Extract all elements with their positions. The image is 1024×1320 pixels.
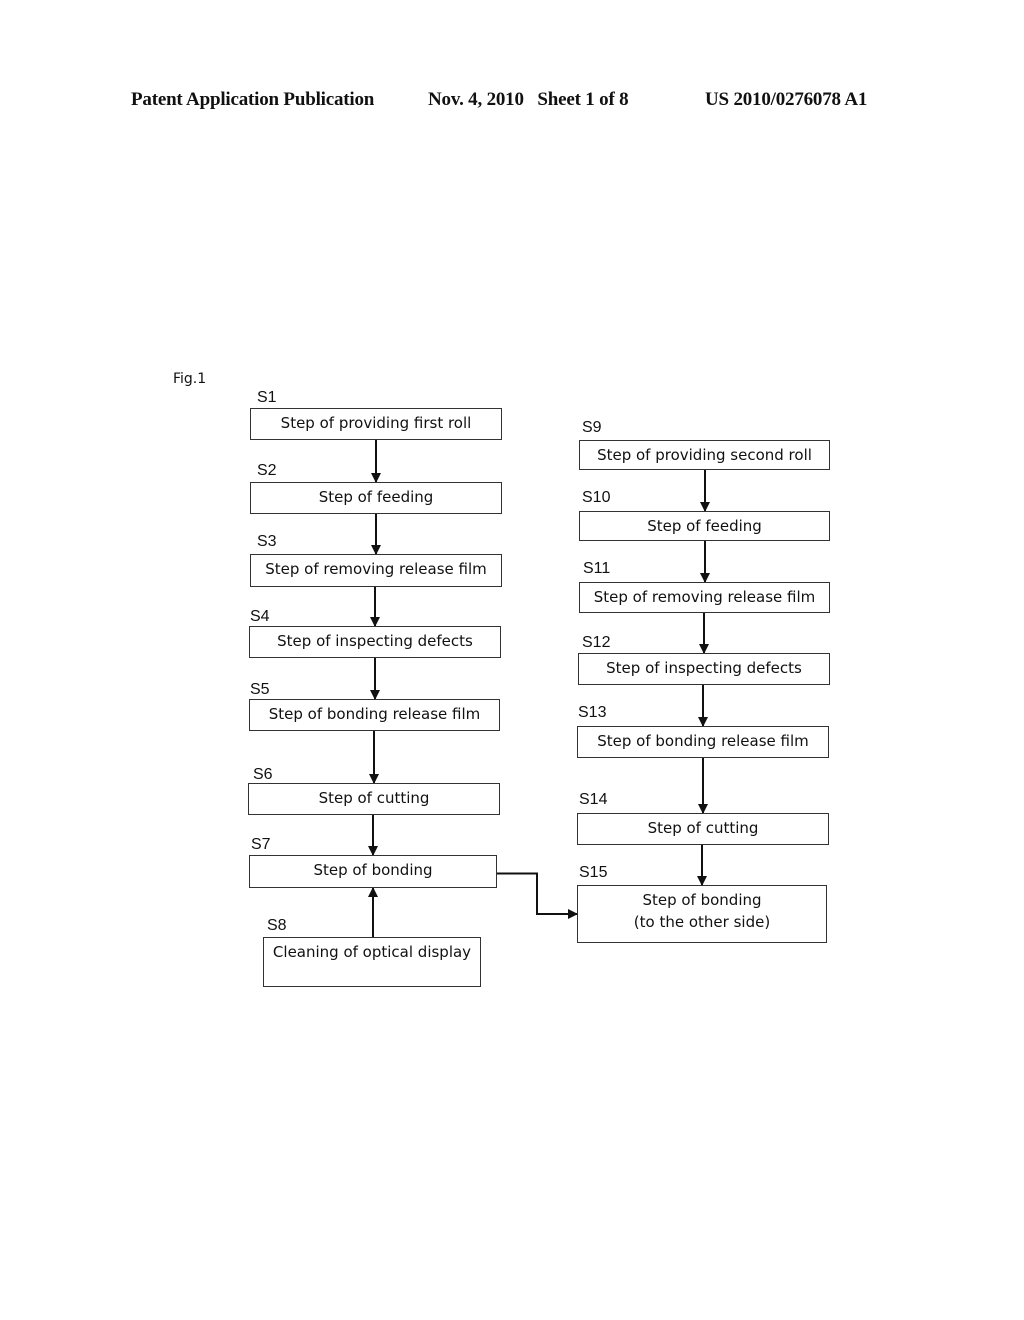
step-text: Step of removing release film xyxy=(265,560,487,578)
flowchart-connectors xyxy=(368,440,710,937)
step-text: Step of feeding xyxy=(647,517,762,535)
step-id-s9: S9 xyxy=(582,419,602,436)
step-text: Step of removing release film xyxy=(593,588,816,606)
step-box-s8: Cleaning of optical display xyxy=(263,937,481,987)
step-box-s13: Step of bonding release film xyxy=(577,726,829,758)
step-box-s7: Step of bonding xyxy=(249,855,497,888)
step-box-s12: Step of inspecting defects xyxy=(578,653,830,685)
step-id-s8: S8 xyxy=(267,917,287,934)
step-box-s2: Step of feeding xyxy=(250,482,502,514)
step-box-s15: Step of bonding (to the other side) xyxy=(577,885,827,943)
step-id-s2: S2 xyxy=(257,462,277,479)
step-id-s13: S13 xyxy=(578,704,607,721)
step-id-s14: S14 xyxy=(579,791,608,808)
step-id-s1: S1 xyxy=(257,389,277,406)
step-text: Step of feeding xyxy=(318,488,434,506)
step-box-s4: Step of inspecting defects xyxy=(249,626,501,658)
step-text-secondary: (to the other side) xyxy=(633,913,771,931)
step-box-s1: Step of providing first roll xyxy=(250,408,502,440)
step-id-s15: S15 xyxy=(579,864,608,881)
step-text: Step of bonding release film xyxy=(597,732,809,750)
step-id-s3: S3 xyxy=(257,533,277,550)
step-id-s6: S6 xyxy=(253,766,273,783)
step-text: Step of providing first roll xyxy=(280,414,472,432)
step-text: Step of inspecting defects xyxy=(277,632,473,650)
step-id-s10: S10 xyxy=(582,489,611,506)
step-box-s11: Step of removing release film xyxy=(579,582,830,613)
step-id-s7: S7 xyxy=(251,836,271,853)
step-box-s3: Step of removing release film xyxy=(250,554,502,587)
step-text: Step of cutting xyxy=(647,819,759,837)
step-text: Step of bonding release film xyxy=(268,705,481,723)
step-box-s10: Step of feeding xyxy=(579,511,830,541)
step-text: Cleaning of optical display xyxy=(272,943,472,961)
step-text: Step of providing second roll xyxy=(597,446,812,464)
step-text: Step of bonding xyxy=(642,891,762,909)
step-text: Step of bonding xyxy=(313,861,433,879)
step-box-s14: Step of cutting xyxy=(577,813,829,845)
step-id-s5: S5 xyxy=(250,681,270,698)
step-id-s11: S11 xyxy=(583,560,611,577)
step-id-s12: S12 xyxy=(582,634,611,651)
step-text: Step of cutting xyxy=(318,789,430,807)
step-box-s9: Step of providing second roll xyxy=(579,440,830,470)
step-box-s5: Step of bonding release film xyxy=(249,699,500,731)
step-box-s6: Step of cutting xyxy=(248,783,500,815)
step-id-s4: S4 xyxy=(250,608,270,625)
arrow-s7-to-s15 xyxy=(497,872,578,919)
step-text: Step of inspecting defects xyxy=(606,659,802,677)
